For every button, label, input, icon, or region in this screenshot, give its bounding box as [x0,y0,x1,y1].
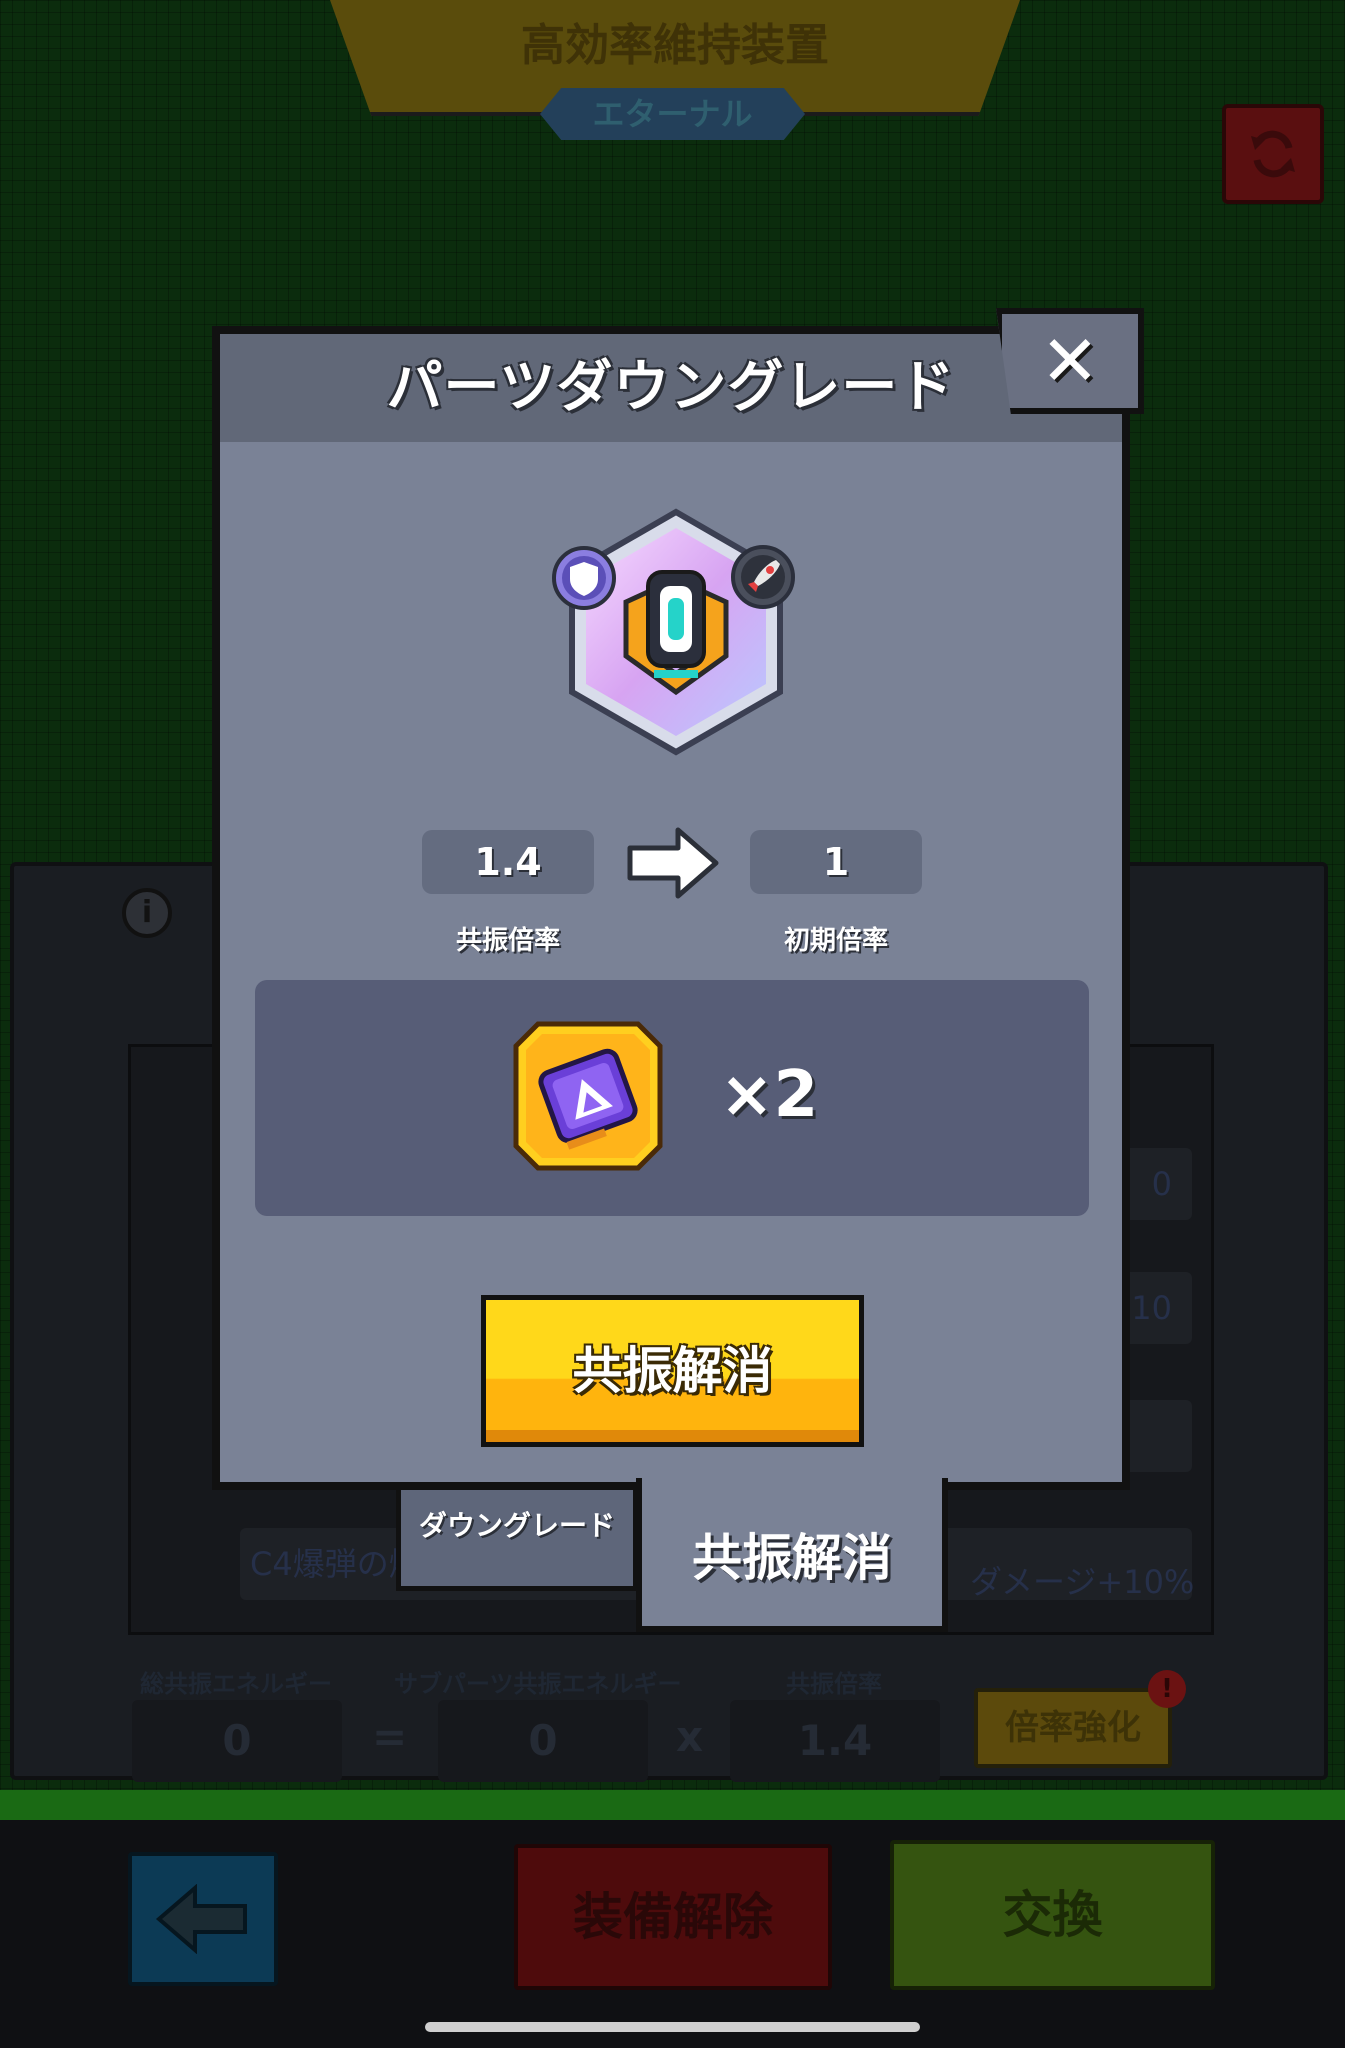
rate-box: 1.4 [730,1700,940,1782]
new-rate-caption: 初期倍率 [783,926,888,956]
back-button[interactable] [128,1852,278,1986]
confirm-button-label: 共振解消 [572,1342,773,1400]
close-icon: ✕ [1040,320,1100,402]
modal-title: パーツダウングレード [386,355,956,420]
close-button[interactable]: ✕ [996,308,1144,414]
shield-icon [552,546,616,610]
arrow-right-icon [626,826,720,900]
info-icon[interactable]: i [122,888,172,938]
home-indicator [425,2022,920,2032]
cost-panel [255,980,1089,1216]
rarity-badge: エターナル [540,88,805,140]
tab-resonance-release[interactable]: 共振解消 [636,1478,948,1632]
resonance-release-button[interactable]: 共振解消 [481,1295,864,1447]
rocket-icon [730,544,796,610]
new-rate-value: 1 [750,830,922,894]
unequip-button[interactable]: 装備解除 [514,1844,832,1990]
refresh-icon [1251,130,1295,178]
rate-value: 1.4 [797,1716,873,1765]
current-rate-caption: 共振倍率 [455,926,560,956]
tab-downgrade[interactable]: ダウングレード [396,1485,638,1591]
total-energy-value: 0 [222,1716,252,1765]
equals-sign: = [372,1712,408,1761]
rate-label: 共振倍率 [786,1670,882,1698]
refresh-button[interactable] [1222,104,1324,204]
item-title: 高効率維持装置 [521,20,829,71]
arrow-left-icon [155,1884,247,1954]
sub-energy-box: 0 [438,1700,648,1782]
cost-count: ×2 [720,1058,819,1132]
green-divider [0,1790,1345,1820]
total-energy-label: 総共振エネルギー [140,1670,332,1698]
rate-up-button[interactable]: 倍率強化 [974,1688,1172,1768]
current-rate-value: 1.4 [422,830,594,894]
exchange-button[interactable]: 交換 [890,1840,1215,1990]
sub-energy-value: 0 [528,1716,558,1765]
times-sign: x [676,1712,704,1761]
row-text: ダメージ+10% [970,1563,1195,1601]
alert-badge: ! [1148,1670,1186,1708]
rarity-label: エターナル [592,95,753,133]
sub-energy-label: サブパーツ共振エネルギー [394,1670,682,1698]
total-energy-box: 0 [132,1700,342,1782]
chip-item-icon [512,1020,664,1172]
